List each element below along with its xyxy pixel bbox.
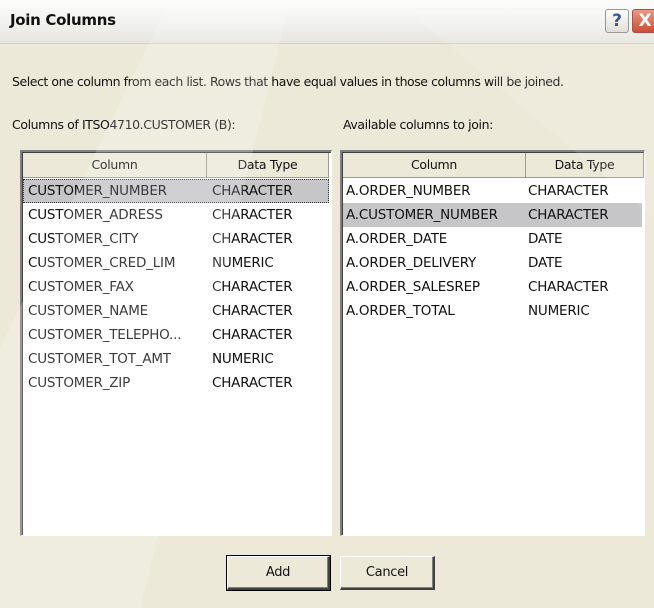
list-item[interactable]: CUSTOMER_NUMBER CHARACTER — [23, 179, 329, 203]
close-button[interactable]: X — [632, 9, 654, 33]
data-type-cell: CHARACTER — [212, 303, 293, 319]
data-type-cell: DATE — [528, 231, 563, 247]
list-item[interactable]: CUSTOMER_FAX CHARACTER — [23, 275, 329, 299]
list-item[interactable]: CUSTOMER_ADRESS CHARACTER — [23, 203, 329, 227]
data-type-cell: NUMERIC — [212, 255, 274, 271]
add-button[interactable]: Add — [226, 555, 331, 591]
data-type-cell: CHARACTER — [212, 231, 293, 247]
list-item[interactable]: CUSTOMER_CITY CHARACTER — [23, 227, 329, 251]
help-button[interactable]: ? — [605, 9, 629, 33]
column-name-cell: CUSTOMER_NAME — [28, 303, 148, 319]
list-item[interactable]: A.ORDER_DELIVERY DATE — [343, 251, 642, 275]
list-item[interactable]: CUSTOMER_CRED_LIM NUMERIC — [23, 251, 329, 275]
list-item[interactable]: CUSTOMER_ZIP CHARACTER — [23, 371, 329, 395]
list-item[interactable]: CUSTOMER_TELEPHO... CHARACTER — [23, 323, 329, 347]
column-name-cell: A.ORDER_DELIVERY — [346, 255, 477, 271]
column-name-cell: CUSTOMER_NUMBER — [28, 183, 167, 199]
list-item[interactable]: A.ORDER_DATE DATE — [343, 227, 642, 251]
column-name-cell: A.ORDER_DATE — [346, 231, 448, 247]
dialog-title: Join Columns — [10, 11, 116, 29]
column-name-cell: CUSTOMER_TELEPHO... — [28, 327, 182, 343]
data-type-header[interactable]: Data Type — [526, 153, 644, 178]
column-name-cell: CUSTOMER_CITY — [28, 231, 139, 247]
question-icon: ? — [612, 11, 622, 31]
instructions-text: Select one column from each list. Rows t… — [12, 74, 564, 89]
cancel-button[interactable]: Cancel — [340, 556, 435, 590]
list-item[interactable]: A.CUSTOMER_NUMBER CHARACTER — [343, 203, 642, 227]
data-type-header[interactable]: Data Type — [207, 153, 329, 178]
data-type-cell: CHARACTER — [212, 327, 293, 343]
list-item[interactable]: A.ORDER_NUMBER CHARACTER — [343, 179, 642, 203]
data-type-cell: NUMERIC — [528, 303, 590, 319]
column-name-cell: A.ORDER_NUMBER — [346, 183, 471, 199]
list-item[interactable]: A.ORDER_TOTAL NUMERIC — [343, 299, 642, 323]
list-item[interactable]: CUSTOMER_TOT_AMT NUMERIC — [23, 347, 329, 371]
close-icon: X — [638, 11, 652, 31]
column-header[interactable]: Column — [23, 153, 207, 178]
data-type-cell: CHARACTER — [212, 375, 293, 391]
column-name-cell: CUSTOMER_FAX — [28, 279, 134, 295]
data-type-cell: NUMERIC — [212, 351, 274, 367]
column-header[interactable]: Column — [343, 153, 526, 178]
column-name-cell: A.ORDER_TOTAL — [346, 303, 455, 319]
data-type-cell: CHARACTER — [528, 279, 609, 295]
data-type-cell: CHARACTER — [212, 279, 293, 295]
data-type-cell: CHARACTER — [528, 183, 609, 199]
data-type-cell: CHARACTER — [212, 183, 293, 199]
data-type-cell: CHARACTER — [528, 207, 609, 223]
left-list-caption: Columns of ITSO4710.CUSTOMER (B): — [12, 117, 236, 132]
column-name-cell: A.ORDER_SALESREP — [346, 279, 480, 295]
right-list-caption: Available columns to join: — [343, 117, 493, 132]
data-type-cell: DATE — [528, 255, 563, 271]
column-name-cell: CUSTOMER_CRED_LIM — [28, 255, 176, 271]
column-name-cell: A.CUSTOMER_NUMBER — [346, 207, 498, 223]
join-columns-dialog: Join Columns ? X Select one column from … — [0, 0, 654, 608]
column-name-cell: CUSTOMER_ZIP — [28, 375, 131, 391]
join-columns-list[interactable]: Column Data Type A.ORDER_NUMBER CHARACTER… — [340, 150, 645, 536]
column-name-cell: CUSTOMER_ADRESS — [28, 207, 163, 223]
column-name-cell: CUSTOMER_TOT_AMT — [28, 351, 171, 367]
data-type-cell: CHARACTER — [212, 207, 293, 223]
list-item[interactable]: CUSTOMER_NAME CHARACTER — [23, 299, 329, 323]
customer-columns-list[interactable]: Column Data Type CUSTOMER_NUMBER CHARACTE… — [20, 150, 332, 536]
list-item[interactable]: A.ORDER_SALESREP CHARACTER — [343, 275, 642, 299]
title-bar: Join Columns ? X — [0, 0, 654, 44]
